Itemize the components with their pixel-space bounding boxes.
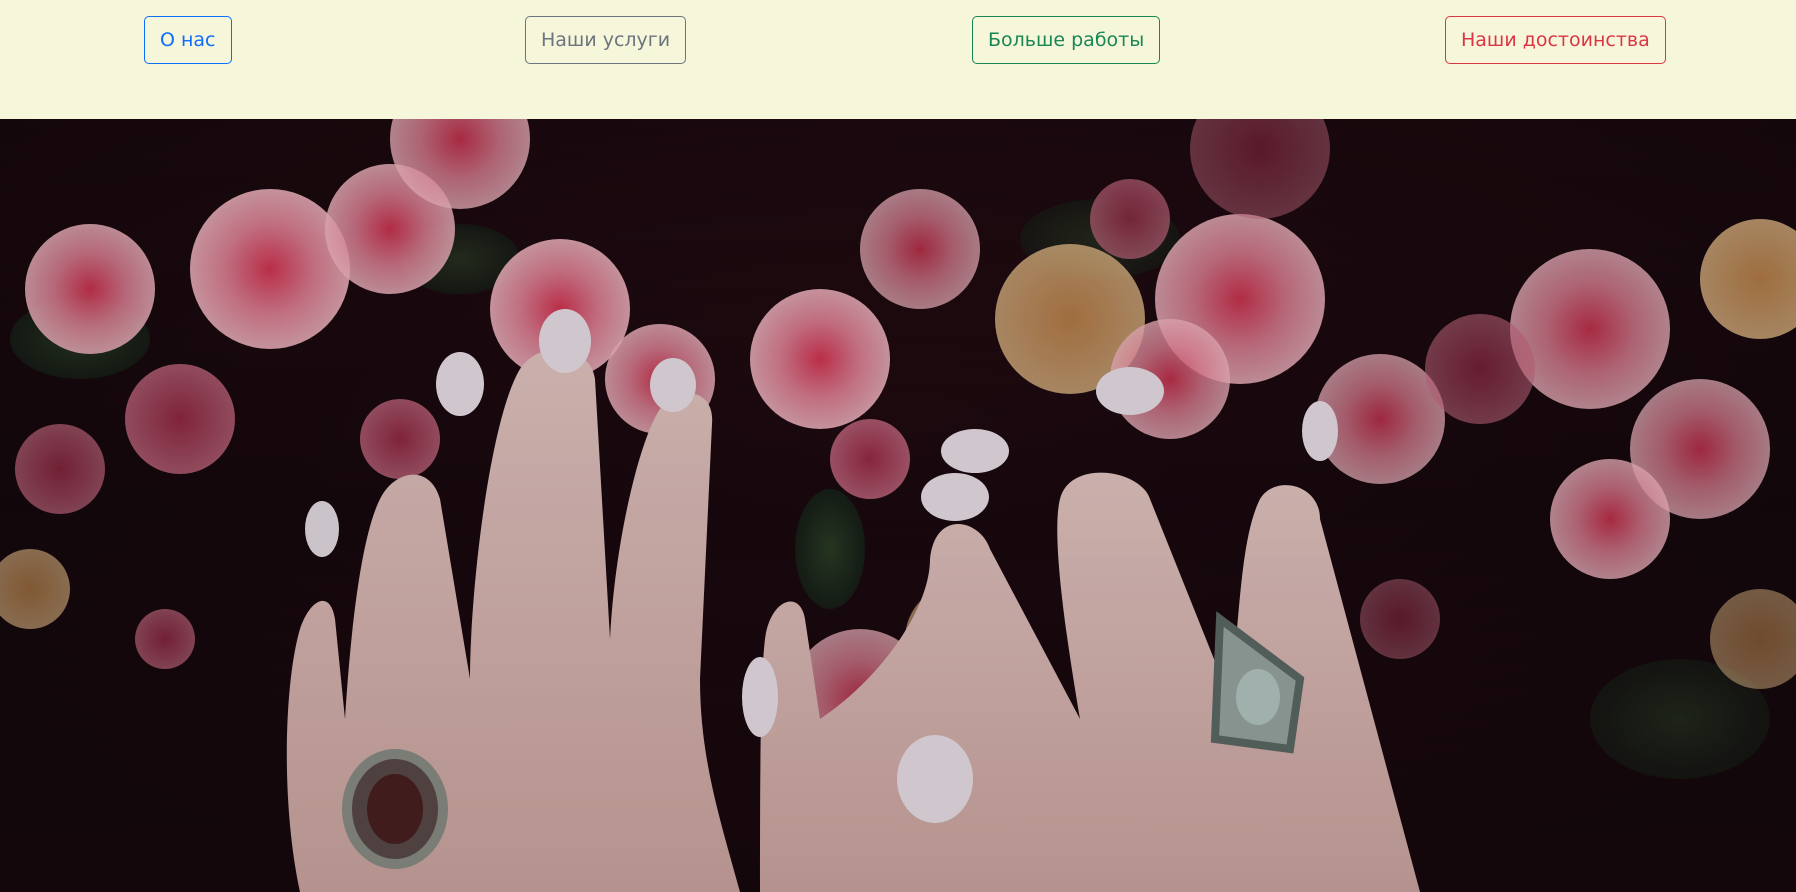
our-services-button[interactable]: Наши услуги [525,16,687,64]
our-advantages-button[interactable]: Наши достоинства [1445,16,1666,64]
hero-image [0,119,1796,892]
top-navigation-bar: О нас Наши услуги Больше работы Наши дос… [0,0,1796,119]
hero-illustration [0,119,1796,892]
more-work-button[interactable]: Больше работы [972,16,1161,64]
about-us-button[interactable]: О нас [144,16,232,64]
